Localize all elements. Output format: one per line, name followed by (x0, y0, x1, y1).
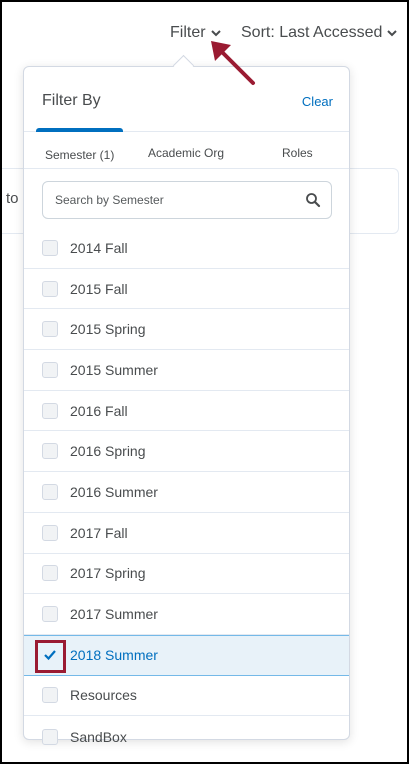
list-item-label: 2015 Summer (70, 361, 158, 378)
list-item-label: 2017 Fall (70, 524, 128, 541)
checkbox[interactable] (42, 687, 58, 704)
checkbox[interactable] (42, 524, 58, 541)
tab-roles[interactable]: Roles (282, 146, 313, 160)
filter-dropdown-panel: Filter By Clear Semester (1) Academic Or… (23, 66, 350, 745)
checkbox[interactable] (42, 728, 58, 745)
list-item-label: 2017 Spring (70, 565, 146, 582)
list-item-2016-summer[interactable]: 2016 Summer (24, 472, 349, 513)
tab-academic-org[interactable]: Academic Org (148, 146, 224, 160)
list-item-label: Resources (70, 687, 137, 704)
filter-label: Filter (170, 24, 206, 41)
checkbox[interactable] (42, 239, 58, 256)
list-item-label: 2016 Summer (70, 483, 158, 500)
list-item-label: 2014 Fall (70, 239, 128, 256)
tab-semester[interactable]: Semester (1) (45, 148, 114, 162)
semester-list: 2014 Fall 2015 Fall 2015 Spring 2015 Sum… (24, 228, 349, 757)
list-item-sandbox[interactable]: SandBox (24, 716, 349, 757)
checkbox[interactable] (42, 361, 58, 378)
list-item-2016-spring[interactable]: 2016 Spring (24, 431, 349, 473)
chevron-down-icon (387, 30, 398, 37)
list-item-label: 2018 Summer (70, 647, 158, 664)
search-box (42, 181, 332, 219)
background-partial-text: to (6, 190, 19, 207)
list-item-label: 2015 Fall (70, 280, 128, 297)
checkbox[interactable] (42, 321, 58, 338)
list-item-label: 2017 Summer (70, 606, 158, 623)
list-item-label: 2016 Fall (70, 402, 128, 419)
list-item-2015-summer[interactable]: 2015 Summer (24, 350, 349, 391)
list-item-2017-summer[interactable]: 2017 Summer (24, 594, 349, 635)
checkbox[interactable] (42, 280, 58, 297)
checkbox[interactable] (42, 402, 58, 419)
list-item-2017-spring[interactable]: 2017 Spring (24, 554, 349, 595)
list-item-label: 2015 Spring (70, 321, 146, 338)
annotation-arrow-icon (211, 41, 255, 85)
list-item-2016-fall[interactable]: 2016 Fall (24, 391, 349, 432)
checkbox[interactable] (42, 483, 58, 500)
active-tab-indicator (36, 128, 123, 132)
panel-title: Filter By (42, 92, 101, 109)
list-item-2015-spring[interactable]: 2015 Spring (24, 309, 349, 351)
search-icon[interactable] (305, 192, 321, 208)
filter-tabs: Semester (1) Academic Org Roles (24, 128, 349, 169)
list-item-label: 2016 Spring (70, 443, 146, 460)
checkbox[interactable] (42, 606, 58, 623)
list-item-2014-fall[interactable]: 2014 Fall (24, 228, 349, 269)
list-item-2017-fall[interactable]: 2017 Fall (24, 513, 349, 554)
clear-button[interactable]: Clear (302, 94, 333, 109)
checkbox[interactable] (42, 565, 58, 582)
checkbox[interactable] (42, 443, 58, 460)
list-item-2015-fall[interactable]: 2015 Fall (24, 269, 349, 310)
list-item-label: SandBox (70, 728, 127, 745)
list-item-2018-summer[interactable]: 2018 Summer (24, 634, 349, 676)
search-input[interactable] (53, 192, 305, 208)
list-item-resources[interactable]: Resources (24, 676, 349, 717)
annotation-highlight-box (35, 639, 66, 673)
